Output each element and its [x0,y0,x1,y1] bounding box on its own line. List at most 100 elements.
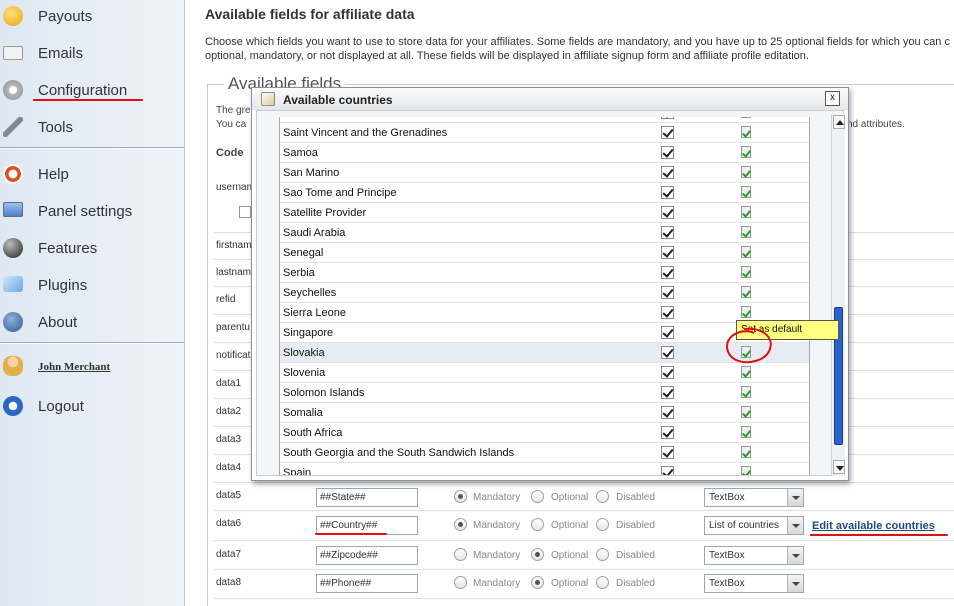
mandatory-radio[interactable] [454,576,467,589]
country-enabled-checkbox[interactable] [661,186,674,199]
optional-radio[interactable] [531,576,544,589]
set-default-icon[interactable] [741,246,753,259]
sidebar-item-emails[interactable]: Emails [0,35,184,72]
field-row-label: data5 [216,490,242,501]
optional-label: Optional [551,578,589,589]
set-default-icon[interactable] [741,117,753,119]
country-name: Solomon Islands [283,387,365,399]
country-name: Senegal [283,247,324,259]
set-default-icon[interactable] [741,466,753,475]
mandatory-radio[interactable] [454,518,467,531]
set-default-icon[interactable] [741,146,753,159]
gears-icon [3,80,23,100]
set-default-icon[interactable] [741,286,753,299]
set-default-icon[interactable] [741,386,753,399]
country-enabled-checkbox[interactable] [661,306,674,319]
country-enabled-checkbox[interactable] [661,166,674,179]
edit-available-countries-link[interactable]: Edit available countries [812,520,935,532]
field-code-input[interactable]: ##Phone## [316,574,418,593]
sidebar-item-help[interactable]: Help [0,156,184,193]
set-default-icon[interactable] [741,266,753,279]
country-enabled-checkbox[interactable] [661,406,674,419]
set-default-icon[interactable] [741,446,753,459]
field-type-select[interactable]: TextBox [704,546,804,565]
mandatory-label: Mandatory [473,550,521,561]
country-enabled-checkbox[interactable] [661,117,674,119]
select-value: List of countries [709,520,780,531]
sidebar-item-payouts[interactable]: Payouts [0,0,184,35]
country-enabled-checkbox[interactable] [661,446,674,459]
sidebar: Payouts Emails Configuration Tools Help … [0,0,185,606]
field-type-select[interactable]: List of countries [704,516,804,535]
sidebar-item-features[interactable]: Features [0,230,184,267]
disabled-radio[interactable] [596,576,609,589]
optional-radio[interactable] [531,518,544,531]
field-row-label: data8 [216,577,242,588]
set-default-icon[interactable] [741,126,753,139]
country-enabled-checkbox[interactable] [661,326,674,339]
sidebar-item-plugins[interactable]: Plugins [0,267,184,304]
set-default-icon[interactable] [741,226,753,239]
country-enabled-checkbox[interactable] [661,146,674,159]
country-enabled-checkbox[interactable] [661,286,674,299]
set-default-icon[interactable] [741,186,753,199]
mandatory-radio[interactable] [454,490,467,503]
disabled-radio[interactable] [596,490,609,503]
country-name: Satellite Provider [283,207,367,219]
mandatory-radio[interactable] [454,548,467,561]
optional-radio[interactable] [531,490,544,503]
field-type-select[interactable]: TextBox [704,488,804,507]
country-enabled-checkbox[interactable] [661,226,674,239]
set-default-icon[interactable] [741,206,753,219]
field-code-input[interactable]: ##Zipcode## [316,546,418,565]
country-enabled-checkbox[interactable] [661,346,674,359]
field-code-input[interactable]: ##State## [316,488,418,507]
country-enabled-checkbox[interactable] [661,246,674,259]
disabled-radio[interactable] [596,548,609,561]
vertical-scrollbar[interactable] [831,114,845,476]
set-default-icon[interactable] [741,166,753,179]
country-name: Singapore [283,327,334,339]
row-label: data3 [216,434,242,445]
country-row: Spain [280,463,809,475]
sidebar-item-label: About [38,314,78,331]
sidebar-item-panel-settings[interactable]: Panel settings [0,193,184,230]
annotation-underline [33,99,143,101]
country-list: Saint Vincent and the Grenadines Samoa San… [279,117,810,475]
annotation-underline [315,533,387,535]
country-enabled-checkbox[interactable] [661,206,674,219]
set-default-icon[interactable] [741,406,753,419]
dialog-titlebar[interactable]: Available countries x [252,88,848,110]
set-default-icon[interactable] [741,366,753,379]
country-enabled-checkbox[interactable] [661,386,674,399]
country-enabled-checkbox[interactable] [661,366,674,379]
country-name: Saint Vincent and the Grenadines [283,127,448,139]
sidebar-item-logout[interactable]: Logout [0,388,184,425]
username-checkbox[interactable] [239,206,251,218]
country-enabled-checkbox[interactable] [661,126,674,139]
sidebar-divider [0,342,184,344]
field-type-select[interactable]: TextBox [704,574,804,593]
country-name: Somalia [283,407,323,419]
disabled-radio[interactable] [596,518,609,531]
puzzle-icon [3,276,23,292]
sidebar-item-user[interactable]: John Merchant [0,348,184,385]
sidebar-item-configuration[interactable]: Configuration [0,72,184,109]
sphere-icon [3,238,23,258]
country-enabled-checkbox[interactable] [661,266,674,279]
set-default-icon[interactable] [741,306,753,319]
sidebar-item-tools[interactable]: Tools [0,109,184,146]
row-divider [213,569,954,570]
optional-radio[interactable] [531,548,544,561]
country-enabled-checkbox[interactable] [661,426,674,439]
close-icon[interactable]: x [825,91,840,106]
row-divider [213,540,954,541]
country-enabled-checkbox[interactable] [661,466,674,475]
user-name-link[interactable]: John Merchant [38,361,110,373]
chart-icon [3,312,23,332]
set-default-icon[interactable] [741,426,753,439]
sidebar-item-about[interactable]: About [0,304,184,341]
select-value: TextBox [709,492,745,503]
scroll-up-icon[interactable] [833,115,845,129]
scroll-down-icon[interactable] [833,460,845,474]
